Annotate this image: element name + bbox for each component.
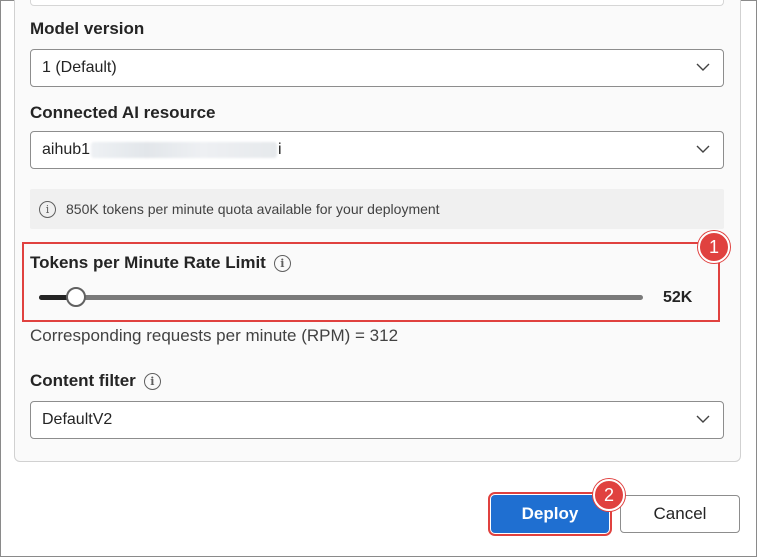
model-version-label: Model version <box>30 19 144 39</box>
connected-resource-label: Connected AI resource <box>30 103 215 123</box>
content-filter-label-text: Content filter <box>30 371 136 390</box>
rpm-text: Corresponding requests per minute (RPM) … <box>30 326 399 345</box>
chevron-down-icon <box>696 415 710 423</box>
redacted-resource-name <box>91 142 278 158</box>
quota-info-text: 850K tokens per minute quota available f… <box>66 201 440 217</box>
rate-limit-value: 52K <box>663 289 693 306</box>
rate-limit-label: Tokens per Minute Rate Limit i <box>30 253 291 273</box>
model-version-label-text: Model version <box>30 19 145 38</box>
connected-resource-label-text: Connected AI resource <box>30 103 216 122</box>
connected-resource-dropdown[interactable]: aihub1 i <box>30 131 724 169</box>
info-icon[interactable]: i <box>273 254 291 272</box>
deploy-button[interactable]: Deploy <box>488 492 612 536</box>
info-icon: i <box>39 200 56 218</box>
annotation-badge-1: 1 <box>698 231 730 263</box>
content-filter-dropdown[interactable]: DefaultV2 <box>30 401 724 439</box>
rate-limit-slider-thumb[interactable] <box>65 287 86 307</box>
cancel-button[interactable]: Cancel <box>620 495 740 533</box>
quota-info-bar: i 850K tokens per minute quota available… <box>30 189 724 229</box>
rate-limit-label-text: Tokens per Minute Rate Limit <box>30 253 266 272</box>
content-filter-label: Content filter i <box>30 371 161 391</box>
previous-field-edge <box>30 0 724 6</box>
model-version-value: 1 (Default) <box>42 59 117 76</box>
model-version-dropdown[interactable]: 1 (Default) <box>30 49 724 87</box>
chevron-down-icon <box>696 145 710 153</box>
info-icon[interactable]: i <box>143 372 161 390</box>
connected-resource-value-prefix: aihub1 <box>42 141 91 158</box>
content-filter-value: DefaultV2 <box>42 411 113 428</box>
connected-resource-value-suffix: i <box>278 141 282 158</box>
chevron-down-icon <box>696 63 710 71</box>
rate-limit-slider-track[interactable] <box>39 295 643 300</box>
annotation-badge-2: 2 <box>593 479 625 511</box>
